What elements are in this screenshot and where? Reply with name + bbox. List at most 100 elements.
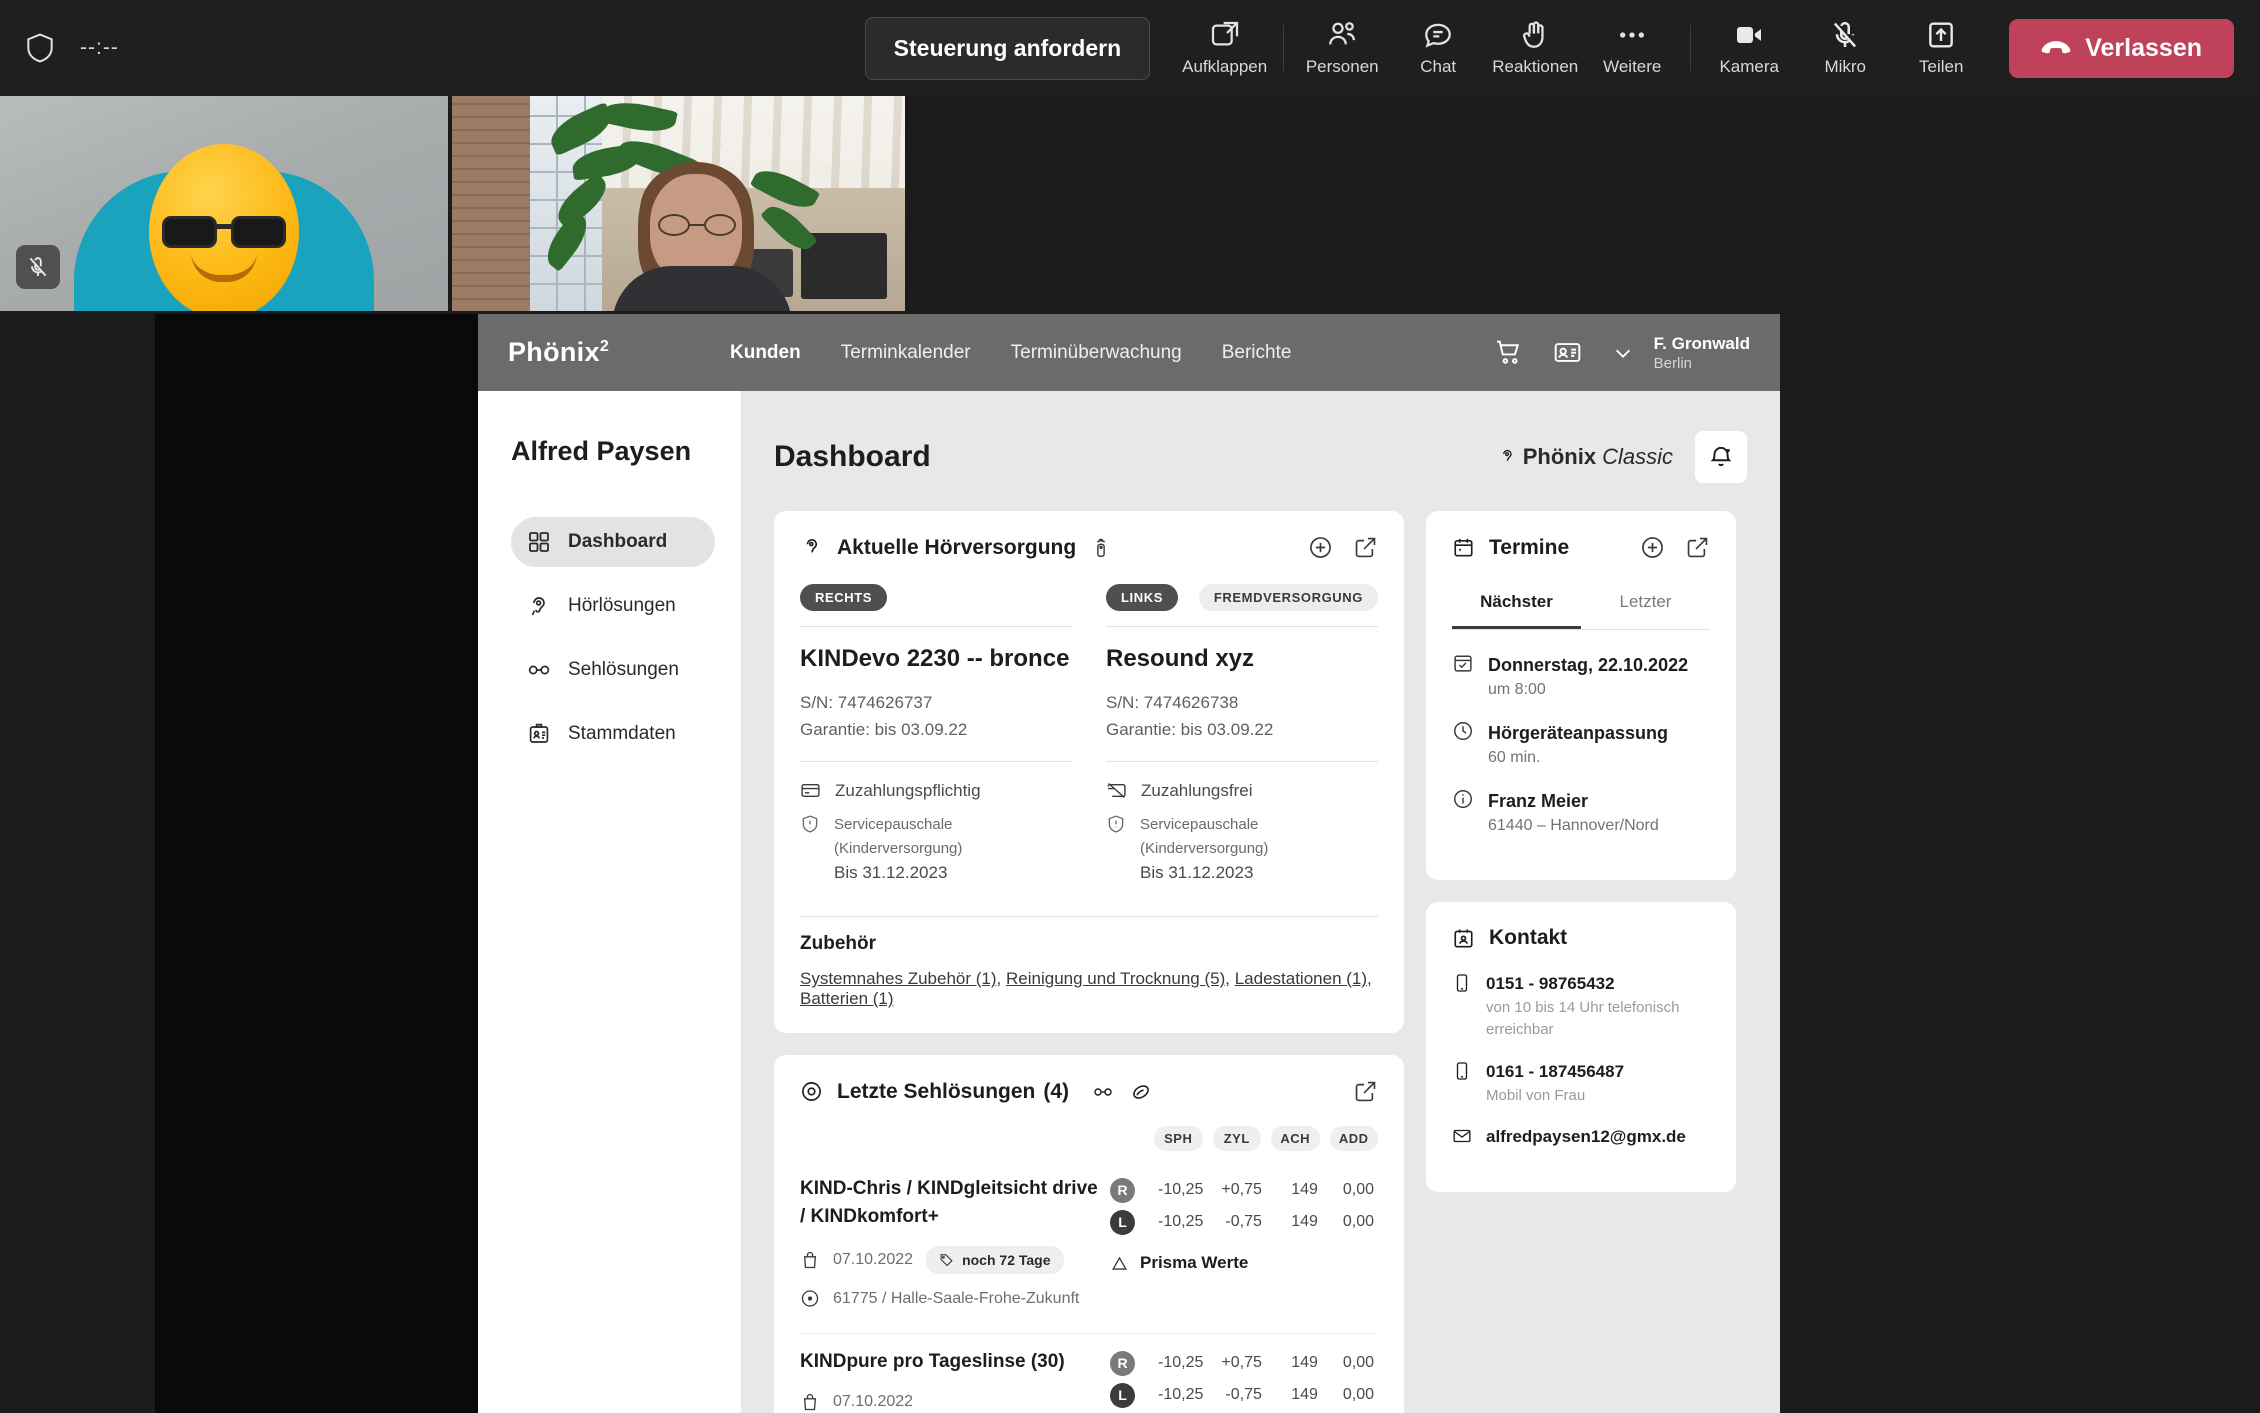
row-values: R -10,25 +0,75 149 0,00 L -10,25 -0,75 1… — [1110, 1175, 1378, 1323]
external-link-icon[interactable] — [1353, 535, 1378, 560]
accessory-link[interactable]: Reinigung und Trocknung (5) — [1006, 969, 1225, 988]
page-header: Dashboard Phönix Classic — [774, 431, 1747, 483]
request-control-button[interactable]: Steuerung anfordern — [864, 16, 1151, 80]
contact-value[interactable]: alfredpaysen12@gmx.de — [1486, 1125, 1686, 1150]
tab-naechster[interactable]: Nächster — [1452, 582, 1581, 629]
accessory-link[interactable]: Ladestationen (1) — [1235, 969, 1367, 988]
external-link-icon[interactable] — [1685, 535, 1710, 560]
tab-letzter[interactable]: Letzter — [1581, 582, 1710, 629]
appointment-primary: Donnerstag, 22.10.2022 — [1488, 655, 1689, 675]
device-name: KINDevo 2230 -- bronce — [800, 645, 1070, 672]
service-until: Bis 31.12.2023 — [834, 862, 948, 882]
user-menu[interactable]: F. Gronwald Berlin — [1612, 333, 1750, 373]
video-tile-participant[interactable] — [452, 96, 905, 311]
value-ach: 149 — [1291, 1181, 1318, 1199]
service-line: Servicepauschale (Kinderversorgung) Bis … — [800, 813, 1072, 886]
user-city: Berlin — [1653, 355, 1693, 373]
sidebar-item-stammdaten[interactable]: Stammdaten — [511, 709, 715, 759]
toolbar-divider — [1283, 25, 1285, 71]
chat-icon — [1422, 19, 1454, 51]
user-name: F. Gronwald — [1653, 333, 1750, 353]
external-link-icon[interactable] — [1353, 1079, 1378, 1104]
notifications-button[interactable] — [1695, 431, 1747, 483]
toolbar-more-button[interactable]: Weitere — [1584, 15, 1680, 81]
meeting-window: --:-- Steuerung anfordern Aufklappen Per… — [0, 0, 2260, 1413]
sidebar-item-dashboard[interactable]: Dashboard — [511, 517, 715, 567]
vision-columns: SPH ZYL ACH ADD — [1110, 1126, 1378, 1152]
row-date: 07.10.2022 — [833, 1251, 914, 1269]
plus-circle-icon[interactable] — [1640, 535, 1665, 560]
row-name: KINDpure pro Tageslinse (30) — [800, 1351, 1065, 1373]
divider — [800, 626, 1072, 627]
video-participant-strip — [0, 96, 905, 311]
toolbar-item-label: Aufklappen — [1182, 57, 1268, 76]
id-card-icon[interactable] — [1553, 338, 1582, 367]
table-row[interactable]: KINDpure pro Tageslinse (30) 07.10.2022 … — [800, 1334, 1378, 1413]
value-add: 0,00 — [1342, 1181, 1374, 1199]
cart-icon[interactable] — [1494, 338, 1523, 367]
toolbar-mic-button[interactable]: Mikro — [1797, 15, 1893, 81]
nav-item-berichte[interactable]: Berichte — [1222, 342, 1292, 364]
toolbar-camera-button[interactable]: Kamera — [1701, 15, 1797, 81]
nav-item-terminueberwachung[interactable]: Terminüberwachung — [1011, 342, 1182, 364]
toolbar-people-button[interactable]: Personen — [1294, 15, 1390, 81]
appointment-secondary: 61440 – Hannover/Nord — [1488, 817, 1659, 835]
shield-alert-icon — [1106, 813, 1126, 835]
sidebar-item-hoerloesungen[interactable]: Hörlösungen — [511, 581, 715, 631]
shield-icon — [26, 32, 54, 64]
device-meta: S/N: 7474626738 Garantie: bis 03.09.22 — [1106, 689, 1378, 743]
toolbar-chat-button[interactable]: Chat — [1390, 15, 1486, 81]
payment-text: Zuzahlungsfrei — [1141, 780, 1253, 800]
clock-icon — [1452, 720, 1474, 770]
contact-phone-1: 0151 - 98765432 von 10 bis 14 Uhr telefo… — [1452, 972, 1710, 1042]
side-badges: RECHTS — [800, 582, 1072, 612]
appointment-primary: Hörgeräteanpassung — [1488, 723, 1669, 744]
sidebar-item-sehloesungen[interactable]: Sehlösungen — [511, 645, 715, 695]
calendar-icon — [1452, 536, 1475, 559]
ear-icon — [527, 594, 551, 618]
contact-value[interactable]: 0161 - 187456487 — [1486, 1060, 1624, 1085]
prisma-values[interactable]: Prisma Werte — [1110, 1253, 1378, 1273]
plus-circle-icon[interactable] — [1308, 535, 1333, 560]
leave-button[interactable]: Verlassen — [2009, 18, 2234, 78]
app-header-right: F. Gronwald Berlin — [1494, 333, 1750, 373]
value-ach: 149 — [1291, 1213, 1318, 1231]
toolbar-share-button[interactable]: Teilen — [1893, 15, 1989, 81]
accessory-link[interactable]: Systemnahes Zubehör (1) — [800, 969, 997, 988]
divider — [1106, 761, 1378, 763]
vision-count: (4) — [1043, 1079, 1070, 1103]
table-row[interactable]: KIND-Chris / KINDgleitsicht drive / KIND… — [800, 1161, 1378, 1333]
toolbar-expand-button[interactable]: Aufklappen — [1176, 15, 1273, 81]
vision-solutions-card: Letzte Sehlösungen (4) SPH ZYL ACH ADD K… — [774, 1055, 1404, 1413]
card-icon — [800, 780, 821, 801]
bell-icon — [1708, 444, 1734, 470]
remote-control-icon[interactable] — [1090, 536, 1112, 560]
app-brand-sup: 2 — [599, 338, 610, 355]
nav-item-terminkalender[interactable]: Terminkalender — [841, 342, 971, 364]
contact-lens-icon[interactable] — [1129, 1081, 1153, 1103]
eye-icon — [800, 1080, 823, 1103]
contact-note: von 10 bis 14 Uhr telefonisch erreichbar — [1486, 998, 1680, 1039]
column-header-add: ADD — [1329, 1126, 1378, 1152]
value-sph: -10,25 — [1158, 1213, 1204, 1231]
dashboard-main-column: Aktuelle Hörversorgung RECHTS KINDevo 22… — [774, 511, 1404, 1413]
nav-item-kunden[interactable]: Kunden — [730, 342, 801, 364]
more-dots-icon — [1616, 19, 1648, 51]
mic-off-icon — [1829, 19, 1861, 51]
toolbar-right: Verlassen — [1989, 18, 2260, 78]
app-brand[interactable]: Phönix2 — [508, 337, 730, 368]
contact-value[interactable]: 0151 - 98765432 — [1486, 972, 1710, 997]
divider — [1106, 626, 1378, 627]
contact-card: Kontakt 0151 - 98765432 von 10 bis 14 Uh… — [1426, 902, 1736, 1192]
service-text: Servicepauschale (Kinderversorgung) Bis … — [834, 813, 1072, 886]
toolbar-reactions-button[interactable]: Reaktionen — [1486, 15, 1584, 81]
camera-icon — [1732, 19, 1766, 51]
ear-outline-icon — [800, 536, 823, 559]
accessory-link[interactable]: Batterien (1) — [800, 989, 894, 1008]
toolbar-item-label: Reaktionen — [1492, 57, 1579, 76]
page-title: Dashboard — [774, 440, 931, 473]
value-sph: -10,25 — [1158, 1386, 1204, 1404]
glasses-icon[interactable] — [1091, 1082, 1115, 1102]
glasses-icon — [527, 658, 551, 682]
video-tile-self[interactable] — [0, 96, 448, 311]
